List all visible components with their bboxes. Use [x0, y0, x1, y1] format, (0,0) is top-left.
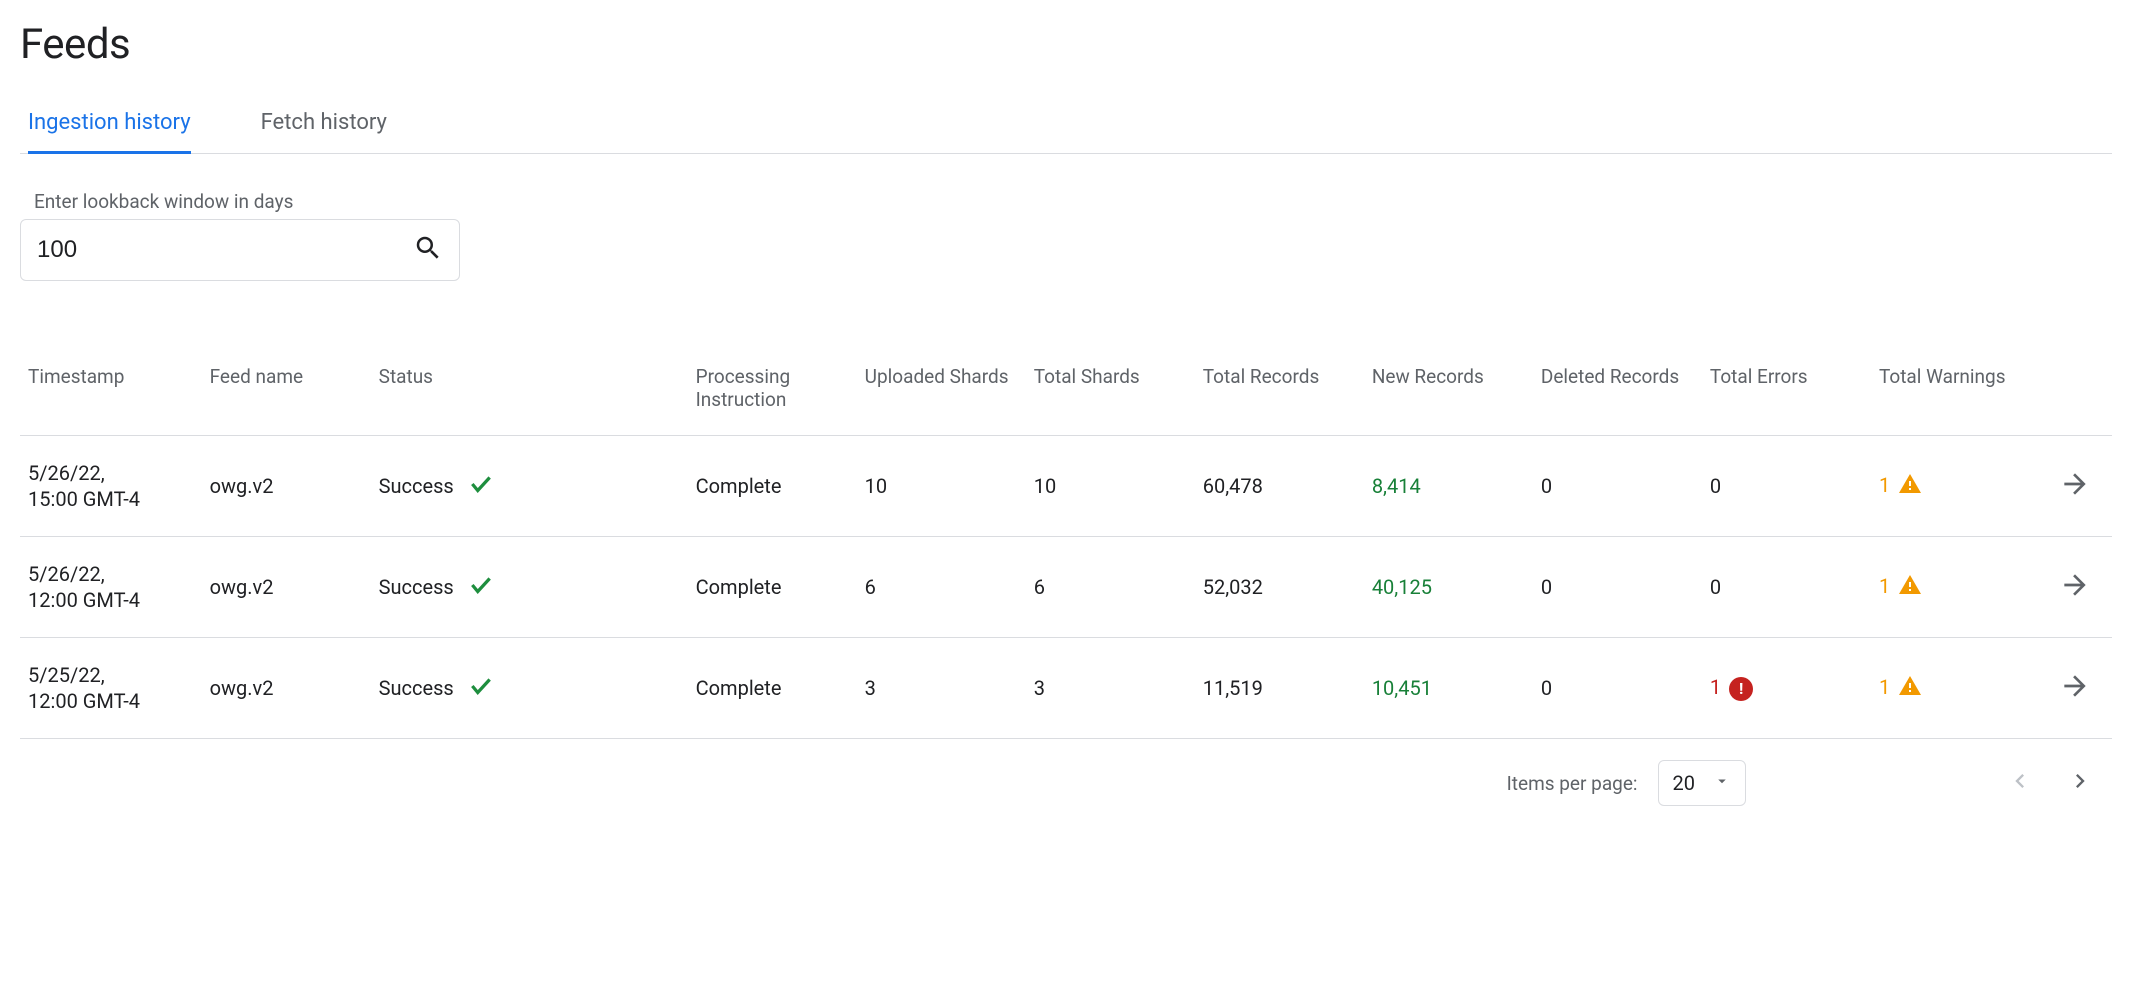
- row-detail-button[interactable]: [2038, 537, 2112, 638]
- cell-total-errors: 0: [1700, 537, 1869, 638]
- timestamp-time: 12:00 GMT-4: [28, 688, 190, 714]
- warnings-value: 1: [1879, 674, 1890, 698]
- cell-total-records: 52,032: [1193, 537, 1362, 638]
- lookback-label: Enter lookback window in days: [20, 190, 2112, 213]
- cell-total-records: 60,478: [1193, 436, 1362, 537]
- cell-timestamp: 5/25/22, 12:00 GMT-4: [20, 638, 200, 739]
- error-icon: !: [1729, 677, 1753, 701]
- row-detail-button[interactable]: [2038, 436, 2112, 537]
- errors-value: 1: [1710, 675, 1721, 699]
- col-status[interactable]: Status: [369, 351, 686, 436]
- check-icon: [468, 471, 494, 502]
- row-detail-button[interactable]: [2038, 638, 2112, 739]
- errors-value: 0: [1710, 474, 1721, 498]
- timestamp-date: 5/26/22,: [28, 460, 190, 486]
- col-feed-name[interactable]: Feed name: [200, 351, 369, 436]
- cell-processing-instruction: Complete: [686, 436, 855, 537]
- cell-feed-name: owg.v2: [200, 537, 369, 638]
- status-text: Success: [379, 575, 454, 599]
- col-new-records[interactable]: New Records: [1362, 351, 1531, 436]
- timestamp-time: 12:00 GMT-4: [28, 587, 190, 613]
- col-total-warnings[interactable]: Total Warnings: [1869, 351, 2038, 436]
- timestamp-time: 15:00 GMT-4: [28, 486, 190, 512]
- cell-total-shards: 10: [1024, 436, 1193, 537]
- col-total-errors[interactable]: Total Errors: [1700, 351, 1869, 436]
- cell-new-records: 10,451: [1362, 638, 1531, 739]
- cell-uploaded-shards: 10: [855, 436, 1024, 537]
- col-total-shards[interactable]: Total Shards: [1024, 351, 1193, 436]
- cell-total-shards: 3: [1024, 638, 1193, 739]
- cell-total-warnings: 1: [1869, 436, 2038, 537]
- cell-new-records: 8,414: [1362, 436, 1531, 537]
- cell-new-records: 40,125: [1362, 537, 1531, 638]
- status-text: Success: [379, 474, 454, 498]
- cell-total-warnings: 1: [1869, 638, 2038, 739]
- timestamp-date: 5/25/22,: [28, 662, 190, 688]
- timestamp-date: 5/26/22,: [28, 561, 190, 587]
- cell-feed-name: owg.v2: [200, 436, 369, 537]
- warnings-value: 1: [1879, 573, 1890, 597]
- cell-deleted-records: 0: [1531, 436, 1700, 537]
- status-text: Success: [379, 676, 454, 700]
- cell-total-shards: 6: [1024, 537, 1193, 638]
- col-timestamp[interactable]: Timestamp: [20, 351, 200, 436]
- chevron-down-icon: [1713, 771, 1731, 795]
- ingestion-table: Timestamp Feed name Status Processing In…: [20, 351, 2112, 739]
- items-per-page-select[interactable]: 20: [1658, 760, 1746, 806]
- pagination: Items per page: 20: [20, 739, 2112, 807]
- table-row: 5/25/22, 12:00 GMT-4 owg.v2 Success Comp…: [20, 638, 2112, 739]
- col-deleted-records[interactable]: Deleted Records: [1531, 351, 1700, 436]
- cell-status: Success: [369, 537, 686, 638]
- warning-icon: [1898, 674, 1922, 703]
- prev-page-button[interactable]: [1998, 759, 2042, 807]
- cell-total-warnings: 1: [1869, 537, 2038, 638]
- table-header-row: Timestamp Feed name Status Processing In…: [20, 351, 2112, 436]
- cell-total-errors: 1!: [1700, 638, 1869, 739]
- items-per-page-value: 20: [1673, 771, 1695, 795]
- cell-timestamp: 5/26/22, 15:00 GMT-4: [20, 436, 200, 537]
- cell-deleted-records: 0: [1531, 537, 1700, 638]
- tabs: Ingestion history Fetch history: [20, 109, 2112, 154]
- lookback-input[interactable]: [37, 236, 413, 264]
- warning-icon: [1898, 472, 1922, 501]
- col-processing-instruction[interactable]: Processing Instruction: [686, 351, 855, 436]
- col-total-records[interactable]: Total Records: [1193, 351, 1362, 436]
- cell-uploaded-shards: 6: [855, 537, 1024, 638]
- errors-value: 0: [1710, 575, 1721, 599]
- tab-ingestion-history[interactable]: Ingestion history: [28, 110, 191, 154]
- cell-timestamp: 5/26/22, 12:00 GMT-4: [20, 537, 200, 638]
- cell-uploaded-shards: 3: [855, 638, 1024, 739]
- cell-feed-name: owg.v2: [200, 638, 369, 739]
- lookback-field[interactable]: [20, 219, 460, 281]
- warning-icon: [1898, 573, 1922, 602]
- cell-processing-instruction: Complete: [686, 638, 855, 739]
- col-actions: [2038, 351, 2112, 436]
- table-row: 5/26/22, 15:00 GMT-4 owg.v2 Success Comp…: [20, 436, 2112, 537]
- cell-status: Success: [369, 436, 686, 537]
- warnings-value: 1: [1879, 472, 1890, 496]
- cell-total-records: 11,519: [1193, 638, 1362, 739]
- cell-processing-instruction: Complete: [686, 537, 855, 638]
- col-uploaded-shards[interactable]: Uploaded Shards: [855, 351, 1024, 436]
- table-row: 5/26/22, 12:00 GMT-4 owg.v2 Success Comp…: [20, 537, 2112, 638]
- cell-total-errors: 0: [1700, 436, 1869, 537]
- next-page-button[interactable]: [2058, 759, 2102, 807]
- search-icon[interactable]: [413, 233, 443, 267]
- check-icon: [468, 572, 494, 603]
- cell-status: Success: [369, 638, 686, 739]
- items-per-page-label: Items per page:: [1507, 772, 1638, 795]
- tab-fetch-history[interactable]: Fetch history: [261, 110, 387, 154]
- check-icon: [468, 673, 494, 704]
- cell-deleted-records: 0: [1531, 638, 1700, 739]
- page-title: Feeds: [20, 20, 2112, 69]
